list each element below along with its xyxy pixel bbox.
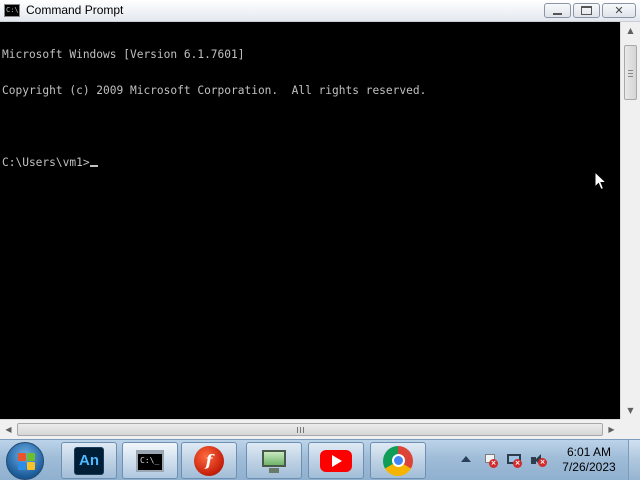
horizontal-scroll-thumb[interactable] [17,423,603,436]
grip-line [628,70,633,71]
flash-player-icon: f [194,445,224,476]
minimize-icon [553,12,562,15]
grip-line [628,76,633,77]
scroll-right-button[interactable]: ▶ [603,420,620,439]
taskbar-command-prompt[interactable]: C:\_ [122,442,178,479]
grip-line [303,427,304,433]
windows-logo-icon [27,462,35,470]
windows-logo-icon [27,453,35,461]
command-prompt-app-icon[interactable]: C:\ [4,4,20,17]
scroll-left-arrow-icon: ◀ [5,425,12,434]
adobe-animate-icon: An [74,446,104,475]
scroll-down-button[interactable]: ▼ [621,402,640,419]
taskbar-clock[interactable]: 6:01 AM 7/26/2023 [556,445,622,475]
command-prompt-text: C:\Users\vm1> [2,156,90,169]
console-output[interactable]: Microsoft Windows [Version 6.1.7601] Cop… [0,22,620,411]
mouse-pointer-icon [594,171,608,191]
title-bar[interactable]: C:\ Command Prompt ✕ [0,0,640,22]
vertical-scroll-thumb[interactable] [624,45,637,100]
chrome-icon [383,445,413,476]
grip-line [297,427,298,433]
taskbar-flash-player[interactable]: f [181,442,237,479]
show-hidden-icons-arrow[interactable] [461,456,471,462]
console-line: Microsoft Windows [Version 6.1.7601] [2,48,245,61]
text-cursor [89,165,98,167]
scroll-right-arrow-icon: ▶ [608,425,615,434]
scroll-down-arrow-icon: ▼ [627,406,634,415]
volume-muted-icon[interactable]: × [531,454,547,467]
vertical-scrollbar[interactable]: ▲ ▼ [620,22,640,419]
grip-line [628,73,633,74]
grip-line [300,427,301,433]
clock-date: 7/26/2023 [562,460,616,474]
monitor-icon [259,448,289,474]
taskbar-adobe-animate[interactable]: An [61,442,117,479]
scroll-up-arrow-icon: ▲ [627,26,634,35]
taskbar-remote-desktop[interactable] [246,442,302,479]
close-button[interactable]: ✕ [602,3,636,18]
windows-logo-icon [18,462,26,470]
youtube-icon [320,449,352,472]
close-icon: ✕ [614,4,624,17]
maximize-button[interactable] [573,3,600,18]
taskbar-chrome[interactable] [370,442,426,479]
action-center-flag-icon[interactable]: × [483,454,498,468]
scrollbar-corner [620,419,640,439]
taskbar: An C:\_ f × × × 6:01 AM 7/26/2023 [0,439,640,480]
network-icon[interactable]: × [507,454,522,468]
maximize-icon [581,6,592,15]
show-desktop-button[interactable] [628,440,640,480]
window-title: Command Prompt [26,3,124,17]
horizontal-scrollbar[interactable]: ◀ ▶ [0,419,620,439]
command-prompt-icon: C:\_ [136,449,164,472]
start-button[interactable] [6,442,44,480]
clock-time: 6:01 AM [566,445,612,459]
scroll-up-button[interactable]: ▲ [621,22,640,39]
minimize-button[interactable] [544,3,571,18]
console-line: Copyright (c) 2009 Microsoft Corporation… [2,84,427,97]
scroll-left-button[interactable]: ◀ [0,420,17,439]
console-prompt-line[interactable]: C:\Users\vm1> [2,157,620,169]
windows-logo-icon [18,453,26,461]
taskbar-youtube[interactable] [308,442,364,479]
